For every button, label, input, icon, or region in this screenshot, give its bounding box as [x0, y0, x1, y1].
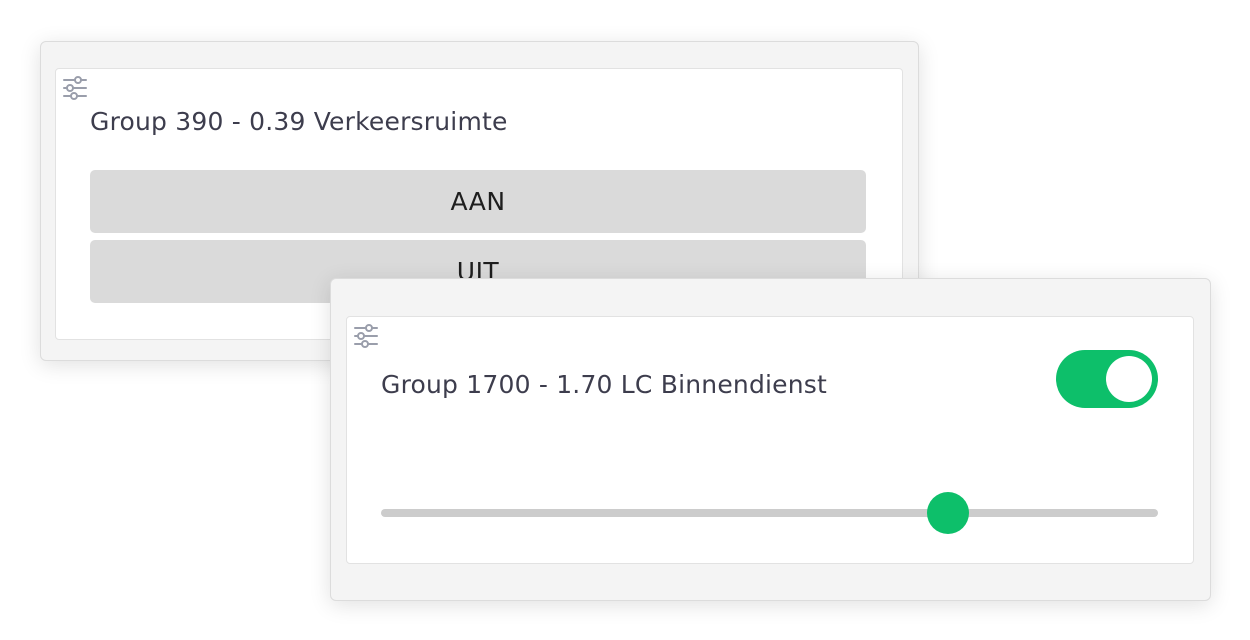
group-1700-title: Group 1700 - 1.70 LC Binnendienst [381, 370, 828, 399]
toggle-knob [1106, 356, 1152, 402]
power-toggle[interactable] [1056, 350, 1158, 408]
stage: Group 390 - 0.39 Verkeersruimte AAN UIT [0, 0, 1250, 640]
slider-track [381, 509, 1158, 517]
slider-thumb[interactable] [927, 492, 970, 534]
group-390-title: Group 390 - 0.39 Verkeersruimte [90, 107, 508, 136]
sliders-icon[interactable] [352, 322, 380, 350]
sliders-icon[interactable] [61, 74, 89, 102]
group-1700-card: Group 1700 - 1.70 LC Binnendienst [330, 278, 1211, 601]
aan-button[interactable]: AAN [90, 170, 866, 233]
dimmer-slider[interactable] [381, 492, 1158, 534]
group-1700-panel: Group 1700 - 1.70 LC Binnendienst [346, 316, 1194, 564]
